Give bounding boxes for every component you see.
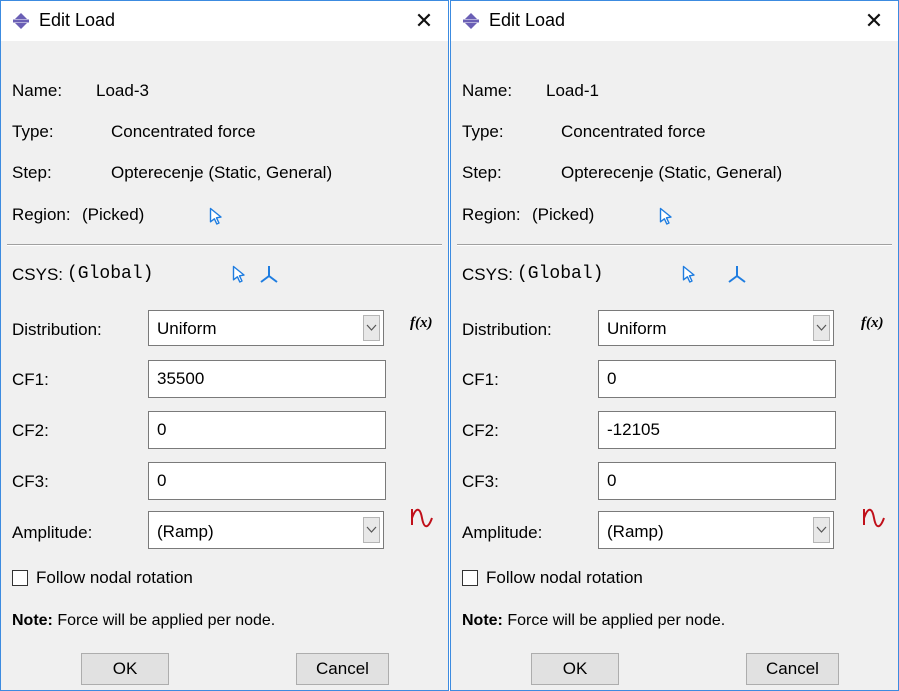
cf1-input[interactable] bbox=[598, 360, 836, 398]
coordinate-axes-icon[interactable] bbox=[259, 264, 279, 284]
pick-csys-icon[interactable] bbox=[232, 265, 246, 283]
cf3-label: CF3: bbox=[462, 472, 499, 491]
edit-load-dialog-right: Edit Load ✕ Name: Load-1 Type: Concentra… bbox=[450, 0, 899, 691]
amplitude-select[interactable]: (Ramp) bbox=[148, 511, 384, 549]
separator bbox=[457, 244, 892, 246]
close-icon: ✕ bbox=[414, 8, 434, 33]
csys-value: (Global) bbox=[517, 264, 604, 284]
cf1-input[interactable] bbox=[148, 360, 386, 398]
follow-nodal-rotation-label[interactable]: Follow nodal rotation bbox=[36, 568, 193, 588]
distribution-value: Uniform bbox=[607, 319, 667, 338]
note-text: Note: Force will be applied per node. bbox=[462, 612, 725, 630]
distribution-select[interactable]: Uniform bbox=[148, 310, 384, 346]
region-label: Region: bbox=[462, 205, 521, 224]
name-label: Name: bbox=[12, 81, 63, 100]
dialog-title: Edit Load bbox=[39, 10, 116, 30]
step-label: Step: bbox=[12, 163, 52, 182]
coordinate-axes-icon[interactable] bbox=[727, 264, 747, 284]
load-arrows-icon bbox=[13, 13, 29, 29]
pick-csys-icon[interactable] bbox=[682, 265, 696, 283]
cf2-input[interactable] bbox=[598, 411, 836, 449]
separator bbox=[7, 244, 442, 246]
load-arrows-icon bbox=[463, 13, 479, 29]
type-label: Type: bbox=[12, 122, 54, 141]
cf2-input[interactable] bbox=[148, 411, 386, 449]
pick-region-icon[interactable] bbox=[659, 207, 673, 225]
type-value: Concentrated force bbox=[561, 122, 706, 141]
type-label: Type: bbox=[462, 122, 504, 141]
ok-button[interactable]: OK bbox=[531, 653, 619, 685]
note-text: Note: Force will be applied per node. bbox=[12, 612, 275, 630]
close-button[interactable]: ✕ bbox=[858, 5, 890, 37]
cf3-input[interactable] bbox=[148, 462, 386, 500]
cf3-input[interactable] bbox=[598, 462, 836, 500]
cancel-button[interactable]: Cancel bbox=[746, 653, 839, 685]
chevron-down-icon[interactable] bbox=[363, 315, 380, 341]
note-body: Force will be applied per node. bbox=[57, 612, 276, 629]
region-label: Region: bbox=[12, 205, 71, 224]
close-icon: ✕ bbox=[864, 8, 884, 33]
amplitude-select[interactable]: (Ramp) bbox=[598, 511, 834, 549]
follow-nodal-rotation-checkbox[interactable] bbox=[462, 570, 478, 586]
ok-button[interactable]: OK bbox=[81, 653, 169, 685]
title-bar[interactable]: Edit Load ✕ bbox=[1, 1, 448, 41]
amplitude-label: Amplitude: bbox=[12, 523, 93, 542]
cf2-label: CF2: bbox=[12, 421, 49, 440]
follow-nodal-rotation-label[interactable]: Follow nodal rotation bbox=[486, 568, 643, 588]
type-value: Concentrated force bbox=[111, 122, 256, 141]
csys-label: CSYS: bbox=[12, 265, 64, 284]
cancel-button[interactable]: Cancel bbox=[296, 653, 389, 685]
close-button[interactable]: ✕ bbox=[408, 5, 440, 37]
amplitude-wave-icon[interactable] bbox=[409, 507, 435, 533]
chevron-down-icon[interactable] bbox=[813, 315, 830, 341]
step-value: Opterecenje (Static, General) bbox=[111, 163, 333, 182]
amplitude-wave-icon[interactable] bbox=[861, 507, 887, 533]
distribution-label: Distribution: bbox=[12, 320, 102, 339]
distribution-select[interactable]: Uniform bbox=[598, 310, 834, 346]
chevron-down-icon[interactable] bbox=[363, 517, 380, 543]
fx-icon[interactable]: f(x) bbox=[861, 315, 884, 332]
cf1-label: CF1: bbox=[462, 370, 499, 389]
name-value: Load-3 bbox=[96, 81, 149, 100]
cf1-label: CF1: bbox=[12, 370, 49, 389]
fx-icon[interactable]: f(x) bbox=[410, 315, 433, 332]
note-prefix: Note: bbox=[12, 612, 53, 629]
step-label: Step: bbox=[462, 163, 502, 182]
edit-load-dialog-left: Edit Load ✕ Name: Load-3 Type: Concentra… bbox=[0, 0, 449, 691]
step-value: Opterecenje (Static, General) bbox=[561, 163, 783, 182]
name-value: Load-1 bbox=[546, 81, 599, 100]
amplitude-label: Amplitude: bbox=[462, 523, 543, 542]
pick-region-icon[interactable] bbox=[209, 207, 223, 225]
distribution-value: Uniform bbox=[157, 319, 217, 338]
amplitude-value: (Ramp) bbox=[157, 522, 214, 541]
note-body: Force will be applied per node. bbox=[507, 612, 726, 629]
region-value: (Picked) bbox=[532, 205, 595, 224]
amplitude-value: (Ramp) bbox=[607, 522, 664, 541]
cf2-label: CF2: bbox=[462, 421, 499, 440]
name-label: Name: bbox=[462, 81, 513, 100]
follow-nodal-rotation-checkbox[interactable] bbox=[12, 570, 28, 586]
dialog-title: Edit Load bbox=[489, 10, 566, 30]
distribution-label: Distribution: bbox=[462, 320, 552, 339]
note-prefix: Note: bbox=[462, 612, 503, 629]
region-value: (Picked) bbox=[82, 205, 145, 224]
csys-value: (Global) bbox=[67, 264, 154, 284]
cf3-label: CF3: bbox=[12, 472, 49, 491]
csys-label: CSYS: bbox=[462, 265, 514, 284]
title-bar[interactable]: Edit Load ✕ bbox=[451, 1, 898, 41]
chevron-down-icon[interactable] bbox=[813, 517, 830, 543]
